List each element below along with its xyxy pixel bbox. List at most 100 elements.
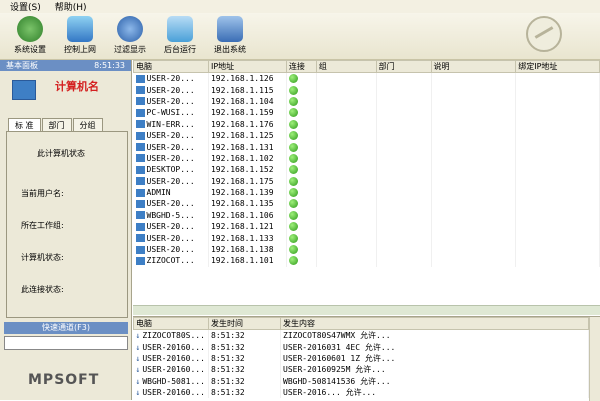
cell-department: [376, 243, 432, 256]
cell-group: [316, 221, 377, 233]
cell-ip: 192.168.1.125: [208, 129, 287, 142]
table-row[interactable]: USER-20... 192.168.1.138: [133, 243, 600, 256]
cell-description: [431, 243, 517, 256]
cell-connection: [286, 198, 317, 210]
horizontal-scrollbar[interactable]: [133, 305, 600, 315]
arrow-icon: ↓: [135, 365, 141, 375]
cell-bound-ip: [515, 209, 600, 222]
system-settings-label: 系统设置: [14, 45, 46, 54]
col-description[interactable]: 说明: [430, 60, 517, 73]
table-row[interactable]: USER-20... 192.168.1.121: [133, 221, 600, 233]
table-row[interactable]: USER-20... 192.168.1.102: [133, 152, 600, 165]
cell-description: [431, 72, 517, 85]
cell-description: [431, 209, 517, 222]
col-bound-ip[interactable]: 绑定IP地址: [515, 60, 600, 73]
menu-help[interactable]: 帮助(H): [55, 0, 87, 13]
cell-ip: 192.168.1.138: [208, 243, 287, 256]
cell-connection: [286, 152, 317, 165]
col-group[interactable]: 组: [315, 60, 377, 73]
computer-icon: [135, 165, 145, 174]
cell-department: [376, 232, 432, 244]
cell-description: [431, 186, 517, 199]
cell-ip: 192.168.1.176: [208, 118, 287, 130]
message-row[interactable]: ↓ USER-20160... 8:51:32 USER-20160925M 允许..…: [133, 364, 589, 376]
message-row[interactable]: ↓ ZIZOCOT80S... 8:51:32 ZIZOCOT80S47WMX 允许.…: [133, 329, 589, 342]
table-row[interactable]: USER-20... 192.168.1.133: [133, 232, 600, 244]
filter-icon: [117, 16, 143, 42]
computer-icon: [135, 245, 145, 254]
cell-computer: USER-20...: [133, 84, 209, 96]
cell-bound-ip: [515, 84, 600, 96]
msg-computer: ↓ ZIZOCOT80S...: [133, 329, 209, 342]
filter-display-button[interactable]: 过滤显示: [105, 16, 155, 55]
col-computer[interactable]: 电脑: [133, 60, 209, 73]
tab-department[interactable]: 部门: [41, 118, 72, 132]
control-internet-button[interactable]: 控制上网: [55, 16, 105, 55]
cell-description: [431, 129, 517, 142]
message-row[interactable]: ↓ WBGHD-5081... 8:51:32 WBGHD-508141536 允许.…: [133, 375, 589, 387]
table-row[interactable]: PC-WUSI... 192.168.1.159: [133, 107, 600, 119]
table-row[interactable]: USER-20... 192.168.1.125: [133, 129, 600, 142]
cell-bound-ip: [515, 221, 600, 233]
table-row[interactable]: DESKTOP... 192.168.1.152: [133, 164, 600, 176]
cell-computer: USER-20...: [133, 129, 209, 142]
msg-col-computer[interactable]: 电脑: [133, 317, 209, 330]
table-row[interactable]: USER-20... 192.168.1.131: [133, 141, 600, 153]
cell-bound-ip: [515, 232, 600, 244]
tab-content: 此计算机状态 当前用户名: 所在工作组: 计算机状态: 此连接状态:: [6, 131, 128, 318]
computer-name: ZIZOCOT...: [146, 256, 195, 266]
col-connection[interactable]: 连接: [285, 60, 317, 73]
computer-icon: [135, 154, 145, 163]
computer-icon: [135, 131, 145, 140]
table-row[interactable]: ADMIN 192.168.1.139: [133, 186, 600, 199]
table-row[interactable]: USER-20... 192.168.1.115: [133, 84, 600, 96]
table-row[interactable]: WBGHD-5... 192.168.1.106: [133, 209, 600, 222]
exit-system-button[interactable]: 退出系统: [205, 16, 255, 55]
cell-department: [376, 72, 432, 85]
table-row[interactable]: USER-20... 192.168.1.135: [133, 198, 600, 210]
message-row[interactable]: ↓ USER-20160... 8:51:32 USER-2016... 允许...: [133, 386, 589, 399]
table-row[interactable]: WIN-ERR... 192.168.1.176: [133, 118, 600, 130]
cell-department: [376, 107, 432, 119]
table-row[interactable]: USER-20... 192.168.1.175: [133, 175, 600, 187]
background-run-button[interactable]: 后台运行: [155, 16, 205, 55]
msg-col-time[interactable]: 发生时间: [208, 317, 281, 330]
menu-settings[interactable]: 设置(S): [10, 0, 41, 13]
msg-time: 8:51:32: [208, 364, 281, 376]
tab-standard[interactable]: 标 准: [8, 118, 41, 132]
cell-connection: [286, 186, 317, 199]
quick-channel-input[interactable]: [4, 336, 128, 350]
computer-icon: [135, 222, 145, 231]
cell-bound-ip: [515, 72, 600, 85]
message-row[interactable]: ↓ USER-20160... 8:51:32 USER-20160601 1Z 允许…: [133, 352, 589, 365]
table-row[interactable]: USER-20... 192.168.1.104: [133, 95, 600, 108]
cell-group: [316, 186, 377, 199]
table-row[interactable]: ZIZOCOT... 192.168.1.101: [133, 255, 600, 267]
table-row[interactable]: USER-20... 192.168.1.126: [133, 72, 600, 85]
workgroup-label: 所在工作组:: [21, 221, 64, 230]
message-row[interactable]: ↓ USER-20160... 8:51:32 USER-2016031 4EC 允许…: [133, 341, 589, 353]
computer-name: USER-20...: [146, 85, 195, 95]
col-department[interactable]: 部门: [375, 60, 432, 73]
online-status-icon: [288, 245, 298, 255]
computer-name: DESKTOP...: [146, 165, 195, 175]
cell-department: [376, 129, 432, 142]
vertical-scrollbar[interactable]: [589, 317, 600, 401]
cell-description: [431, 141, 517, 153]
system-settings-button[interactable]: 系统设置: [5, 16, 55, 55]
computer-name: PC-WUSI...: [146, 108, 195, 118]
msg-col-content[interactable]: 发生内容: [280, 317, 589, 330]
control-internet-label: 控制上网: [64, 45, 96, 54]
cell-connection: [286, 95, 317, 108]
cell-bound-ip: [515, 175, 600, 187]
online-status-icon: [288, 222, 298, 232]
arrow-icon: ↓: [135, 353, 141, 363]
col-ip[interactable]: IP地址: [207, 60, 287, 73]
tab-group[interactable]: 分组: [72, 118, 103, 132]
cell-department: [376, 84, 432, 96]
background-run-label: 后台运行: [164, 45, 196, 54]
msg-computer: ↓ USER-20160...: [133, 386, 209, 399]
cell-ip: 192.168.1.101: [208, 255, 287, 267]
cell-description: [431, 255, 517, 267]
cell-group: [316, 129, 377, 142]
